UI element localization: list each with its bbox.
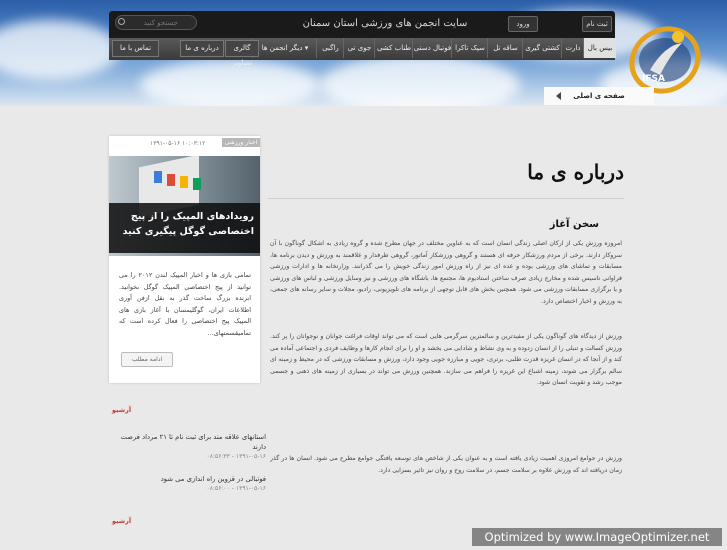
nav-item-stilts[interactable]: ساقه تل <box>487 38 523 58</box>
card-date: ۱۳۹۱-۰۵-۱۶ ۱۰:۰۳:۱۲ <box>150 140 206 147</box>
nav-item-sepak-takraw[interactable]: سپک تاکرا <box>451 38 488 58</box>
nav-item-rugby[interactable]: راگبی <box>316 38 344 58</box>
nav-more-label: دیگر انجمن ها <box>261 44 303 52</box>
list-item-title[interactable]: استانهای علاقه مند برای ثبت نام تا ۲۱ مر… <box>112 432 266 452</box>
search-input[interactable]: جستجو کنید <box>115 15 197 30</box>
paragraph: امروزه ورزش یکی از ارکان اصلی زندگی انسا… <box>270 240 622 305</box>
list-item[interactable]: استانهای علاقه مند برای ثبت نام تا ۲۱ مر… <box>112 432 266 462</box>
list-item-date: ۱۳۹۱-۰۵-۱۶ - ۰۸:۵۶:۳۳ <box>206 453 267 460</box>
card-tab[interactable]: اخبار ورزشی <box>222 138 260 147</box>
nav-gallery[interactable]: گالری تصاویر <box>225 40 259 67</box>
archive-heading[interactable]: آرشیو <box>112 517 131 525</box>
chevron-left-icon <box>556 92 561 100</box>
card-text: تمامی بازی ها و اخبار المپیک لندن ۲۰۱۲ ر… <box>119 271 251 337</box>
section-title: سخن آغاز <box>549 219 599 230</box>
nav-item-baseball[interactable]: بیس بال <box>583 38 616 58</box>
site-title: سایت انجمن های ورزشی استان سمنان <box>302 18 468 29</box>
search-icon[interactable] <box>118 18 125 25</box>
list-item-title[interactable]: فوتبالی در قزوین راه اندازی می شود <box>112 474 266 484</box>
watermark: Optimized by www.ImageOptimizer.net <box>472 528 722 546</box>
signup-button[interactable]: ثبت نام <box>582 16 612 32</box>
chevron-down-icon: ▾ <box>304 44 309 52</box>
read-more-button[interactable]: ادامه مطلب <box>121 352 173 367</box>
archive-heading[interactable]: آرشیو <box>112 406 131 414</box>
nav-item-wrestling[interactable]: کشتی گیری <box>522 38 562 58</box>
list-item-date: ۱۳۹۱-۰۵-۱۶ - ۰۸:۵۶:۰۰ <box>206 485 267 492</box>
paragraph: ورزش در جوامع امروزی اهمیت زیادی یافته ا… <box>270 455 622 474</box>
image-caption: رویدادهای المپیک را از پیج اختصاصی گوگل … <box>109 203 260 253</box>
paragraph: ورزش از دیدگاه های گوناگون یکی از مفیدتر… <box>270 333 622 386</box>
nav-about[interactable]: درباره ی ما <box>180 40 224 57</box>
divider <box>268 198 624 199</box>
page-title: درباره ی ما <box>527 160 624 184</box>
nav-item-foosball[interactable]: فوتبال دستی <box>412 38 452 58</box>
nav-contact[interactable]: تماس با ما <box>112 40 159 57</box>
nav-item-darts[interactable]: دارت <box>561 38 584 58</box>
logo-text: IFSA <box>642 74 665 84</box>
nav-item-other[interactable]: جوی تی <box>343 38 375 58</box>
nav-item-tug-of-war[interactable]: طناب کشی <box>374 38 413 58</box>
nav-more-dropdown[interactable]: دیگر انجمن ها ▾ <box>252 38 317 58</box>
login-button[interactable]: ورود <box>508 16 538 32</box>
list-item[interactable]: فوتبالی در قزوین راه اندازی می شود ۱۳۹۱-… <box>112 474 266 494</box>
breadcrumb-home[interactable]: صفحه ی اصلی <box>573 92 625 100</box>
